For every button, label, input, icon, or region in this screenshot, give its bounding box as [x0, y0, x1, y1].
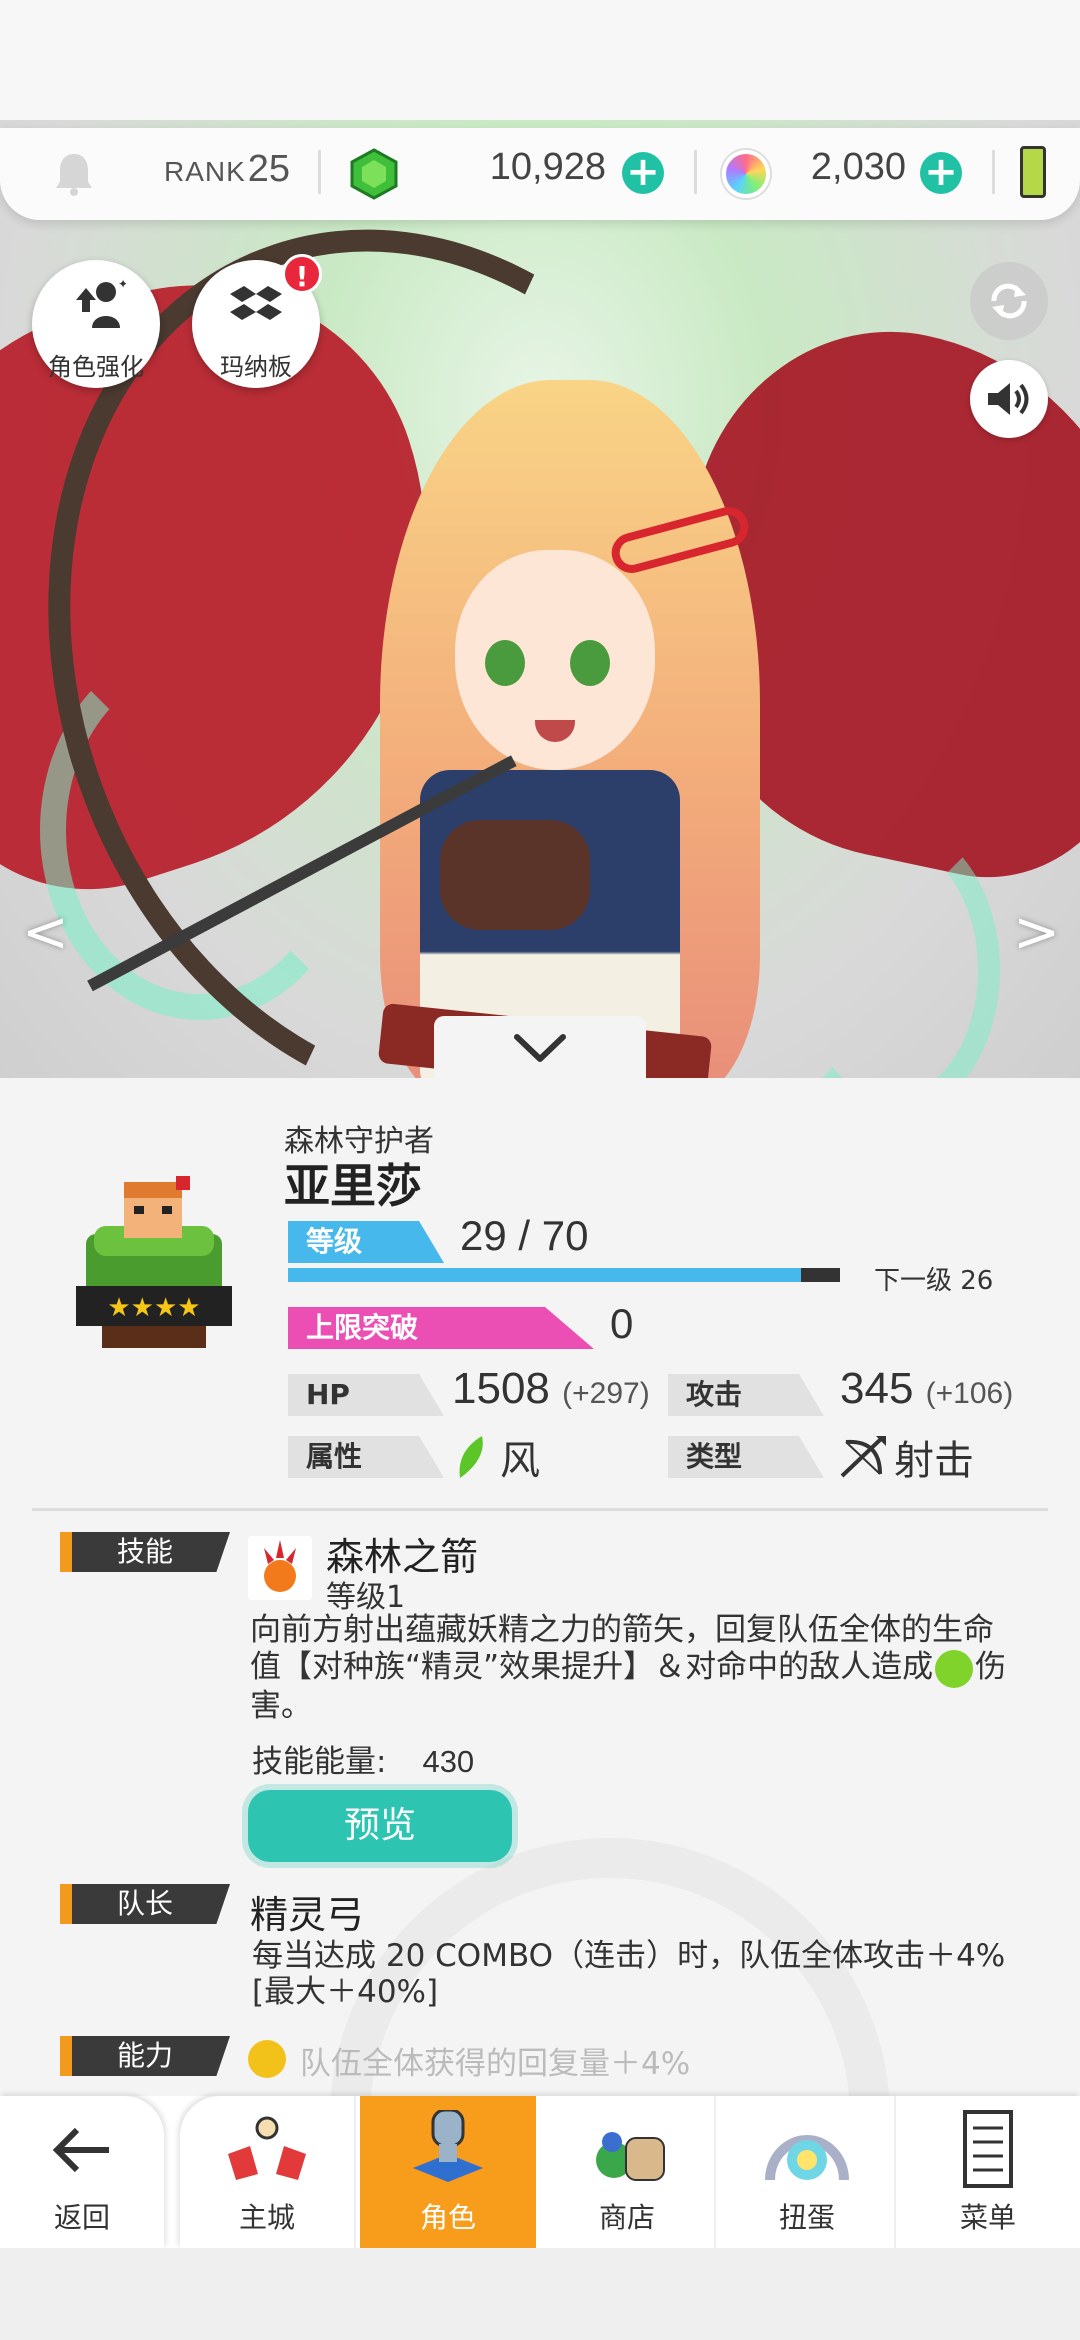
- resource-bar: RANK 25 10,928 + 2,030 +: [0, 128, 1080, 220]
- tab-shop[interactable]: 商店: [540, 2096, 716, 2248]
- limit-break-tag: 上限突破: [288, 1307, 594, 1349]
- character-pixel-avatar: ★★★★: [76, 1176, 232, 1348]
- attack-value: 345: [840, 1364, 914, 1413]
- energy-value: 430: [422, 1744, 475, 1779]
- mana-board-button[interactable]: 玛纳板 !: [192, 254, 322, 388]
- energy-label: 技能能量:: [252, 1744, 387, 1780]
- bow-icon: [840, 1436, 886, 1478]
- lock-icon: [248, 2040, 286, 2078]
- swap-icon: [991, 283, 1027, 319]
- tab-gacha[interactable]: 扭蛋: [720, 2096, 896, 2248]
- separator: [992, 150, 995, 194]
- type-tag: 类型: [668, 1436, 824, 1478]
- arrow-left-icon: [52, 2127, 109, 2173]
- type-text: 射击: [894, 1438, 974, 1484]
- attribute-tag: 属性: [288, 1436, 444, 1478]
- skill-level: 等级1: [326, 1580, 406, 1615]
- green-gem-icon: [350, 148, 398, 200]
- wind-element-icon: [935, 1649, 974, 1688]
- type-value: 射击: [840, 1428, 974, 1486]
- tab-town[interactable]: 主城: [180, 2096, 356, 2248]
- attack-tag: 攻击: [668, 1374, 824, 1416]
- prev-character-arrow-icon[interactable]: <: [22, 900, 69, 965]
- skill-energy: 技能能量: 430: [252, 1736, 474, 1781]
- rainbow-orb-icon: [722, 150, 770, 198]
- tab-menu-label: 菜单: [959, 2201, 1016, 2234]
- back-button[interactable]: 返回: [0, 2096, 164, 2248]
- level-value: 29 / 70: [460, 1212, 589, 1259]
- bell-icon[interactable]: [52, 150, 96, 196]
- preview-button[interactable]: 预览: [248, 1790, 512, 1862]
- exp-bar: [288, 1268, 840, 1282]
- tab-town-label: 主城: [238, 2201, 295, 2234]
- rank-label: RANK: [164, 156, 246, 187]
- hp-bonus: (+297): [562, 1377, 650, 1410]
- character-enhance-button[interactable]: ✦ 角色强化: [32, 260, 160, 388]
- gem-amount: 10,928: [489, 146, 606, 188]
- next-character-arrow-icon[interactable]: >: [1013, 900, 1060, 965]
- collapse-art-button[interactable]: [434, 1016, 646, 1080]
- hp-tag: HP: [288, 1374, 444, 1416]
- player-rank: RANK 25: [164, 148, 290, 191]
- ability-text: 队伍全体获得的回复量＋4%: [300, 2046, 691, 2082]
- tab-character-label: 角色: [419, 2201, 476, 2234]
- character-detail-panel: ★★★★ 森林守护者 亚里莎 等级 29 / 70 下一级 26 上限突破 0 …: [0, 1078, 1080, 2108]
- tab-gacha-label: 扭蛋: [778, 2201, 835, 2234]
- section-divider: [32, 1508, 1048, 1511]
- tab-shop-label: 商店: [598, 2201, 655, 2234]
- skill-section-tag: 技能: [60, 1532, 230, 1572]
- character-name: 亚里莎: [284, 1159, 422, 1213]
- speaker-icon: [988, 383, 1029, 415]
- swap-view-button[interactable]: [970, 262, 1048, 340]
- attribute-value: 风: [452, 1428, 540, 1486]
- level-tag: 等级: [288, 1221, 444, 1263]
- wind-leaf-icon: [459, 1436, 483, 1478]
- hp-value: 1508: [452, 1364, 550, 1413]
- tab-menu[interactable]: 菜单: [900, 2096, 1076, 2248]
- back-label: 返回: [53, 2201, 110, 2234]
- chevron-down-icon: [514, 1034, 566, 1062]
- skill-description: 向前方射出蕴藏妖精之力的箭矢，回复队伍全体的生命值【对种族“精灵”效果提升】＆对…: [250, 1612, 1010, 1725]
- voice-button[interactable]: [970, 360, 1048, 438]
- character-icon: [413, 2110, 483, 2182]
- skill-sun-icon: [248, 1536, 312, 1600]
- town-icon: [228, 2116, 306, 2180]
- battery-icon: [1020, 146, 1046, 198]
- system-nav-area: [0, 2248, 1080, 2340]
- attribute-text: 风: [500, 1438, 540, 1484]
- exp-bar-fill: [288, 1268, 802, 1282]
- hp-stat: 1508 (+297): [452, 1364, 650, 1414]
- status-bar-area: [0, 0, 1080, 120]
- skill-desc-text: 向前方射出蕴藏妖精之力的箭矢，回复队伍全体的生命值【对种族“精灵”效果提升】＆对…: [250, 1612, 994, 1685]
- svg-text:✦: ✦: [118, 278, 126, 291]
- notification-badge: !: [282, 254, 322, 294]
- svg-text:★★★★: ★★★★: [107, 1293, 200, 1323]
- leader-skill-name: 精灵弓: [250, 1893, 365, 1937]
- tab-character[interactable]: 角色: [360, 2096, 536, 2248]
- separator: [318, 150, 321, 194]
- rank-value: 25: [247, 148, 291, 190]
- attack-bonus: (+106): [925, 1377, 1014, 1410]
- enhance-icon: ✦: [76, 278, 126, 328]
- bottom-navigation: 返回 主城 角色 商店 扭蛋 菜单: [0, 2096, 1080, 2248]
- attack-stat: 345 (+106): [840, 1364, 1013, 1414]
- separator: [694, 150, 697, 194]
- gacha-icon: [765, 2135, 849, 2181]
- ability-section-tag: 能力: [60, 2036, 230, 2076]
- next-level-label: 下一级 26: [874, 1266, 994, 1296]
- shop-icon: [596, 2132, 665, 2181]
- add-orb-button[interactable]: +: [920, 152, 962, 194]
- orb-amount: 2,030: [810, 146, 906, 188]
- mana-board-label: 玛纳板: [220, 353, 292, 381]
- limit-break-value: 0: [610, 1300, 634, 1347]
- leader-skill-description: 每当达成 20 COMBO（连击）时，队伍全体攻击＋4%[最大＋40%]: [252, 1938, 1006, 2010]
- main-tabs: 主城 角色 商店 扭蛋 菜单: [180, 2096, 1080, 2248]
- mana-board-icon: [230, 286, 282, 320]
- enhance-label: 角色强化: [48, 353, 144, 381]
- menu-list-icon: [963, 2110, 1013, 2188]
- character-artwork: [0, 120, 1080, 1078]
- leader-section-tag: 队长: [60, 1884, 230, 1924]
- add-gem-button[interactable]: +: [622, 152, 664, 194]
